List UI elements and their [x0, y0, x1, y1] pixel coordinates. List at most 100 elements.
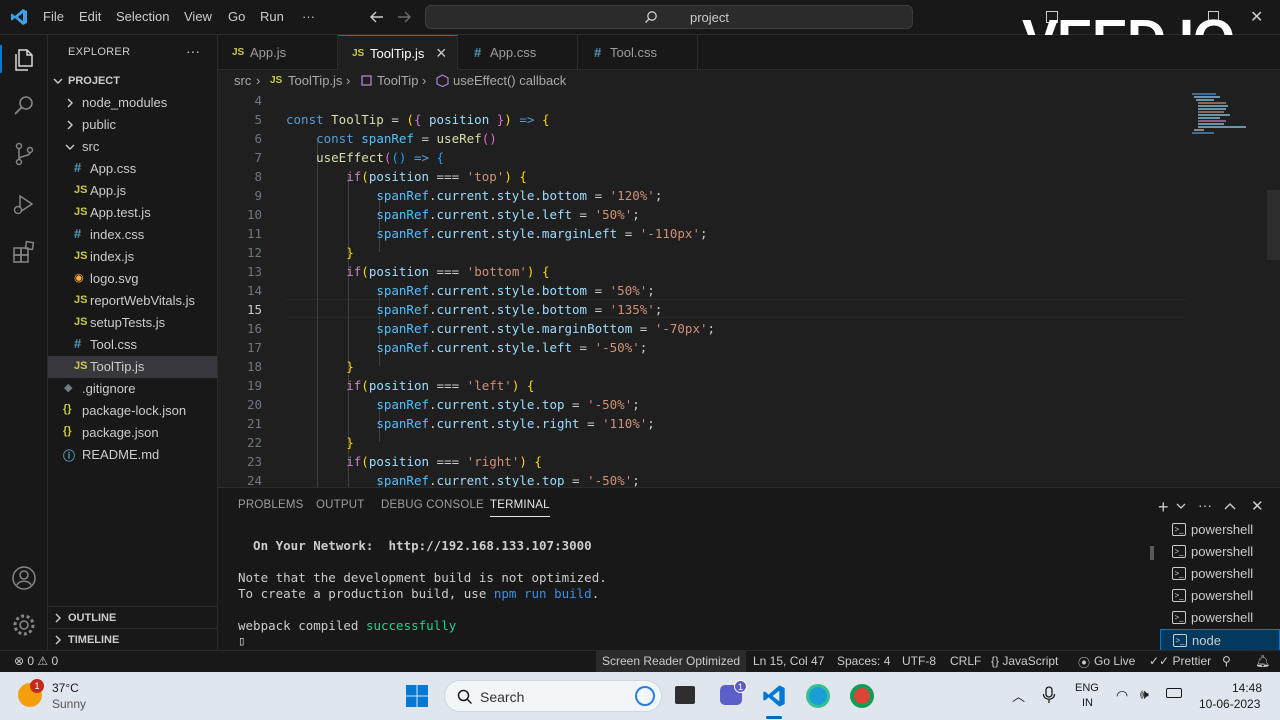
prettier-status[interactable]: ✓✓ Prettier — [1149, 654, 1211, 668]
outline-section-header[interactable]: OUTLINE — [48, 606, 217, 628]
minimap[interactable] — [1190, 92, 1270, 142]
tree-item-report-web-vitals[interactable]: JS reportWebVitals.js — [48, 290, 217, 312]
panel-tab-terminal[interactable]: TERMINAL — [490, 499, 550, 517]
account-icon[interactable] — [11, 565, 37, 591]
code-line[interactable]: spanRef.current.style.left = '-50%'; — [286, 340, 647, 355]
language-eng[interactable]: ENG — [1075, 682, 1099, 694]
menu-file[interactable]: File — [43, 9, 64, 24]
panel-tab-output[interactable]: OUTPUT — [316, 499, 364, 511]
tree-item-package-lock[interactable]: {} package-lock.json — [48, 400, 217, 422]
tree-item-app-css[interactable]: # App.css — [48, 158, 217, 180]
bell-icon[interactable]: 🔔︎ — [1255, 654, 1270, 668]
terminal-scrollbar[interactable] — [1150, 546, 1154, 560]
extensions-icon[interactable] — [11, 239, 37, 265]
menu-more[interactable]: ··· — [302, 9, 315, 24]
tree-item-package-json[interactable]: {} package.json — [48, 422, 217, 444]
tab-app-css[interactable]: # App.css — [458, 35, 578, 70]
editor-scrollbar[interactable] — [1267, 190, 1280, 260]
microphone-icon[interactable] — [1042, 686, 1056, 704]
tab-tooltip-js[interactable]: JS ToolTip.js × — [338, 35, 458, 70]
project-folder-header[interactable]: PROJECT — [48, 70, 217, 92]
indentation-status[interactable]: Spaces: 4 — [837, 654, 890, 668]
clock-date[interactable]: 10-06-2023 — [1199, 697, 1260, 711]
chrome-browser-icon[interactable] — [850, 684, 874, 708]
chevron-down-icon[interactable] — [1176, 501, 1186, 511]
bing-icon[interactable] — [635, 686, 655, 706]
terminal-list-item[interactable]: >_ powershell — [1160, 607, 1280, 629]
code-line[interactable]: if(position === 'top') { — [286, 169, 527, 184]
wifi-icon[interactable]: ◠ — [1116, 687, 1128, 704]
tree-item-src[interactable]: src — [48, 136, 217, 158]
encoding-status[interactable]: UTF-8 — [902, 654, 936, 668]
breadcrumb-file[interactable]: ToolTip.js — [288, 73, 342, 88]
code-line[interactable]: spanRef.current.style.left = '50%'; — [286, 207, 639, 222]
breadcrumb-callback[interactable]: useEffect() callback — [453, 73, 566, 88]
code-line[interactable]: const ToolTip = ({ position }) => { — [286, 112, 549, 127]
tree-item-node-modules[interactable]: node_modules — [48, 92, 217, 114]
forward-arrow-icon[interactable] — [396, 10, 412, 24]
explorer-more-button[interactable]: ··· — [186, 43, 200, 59]
code-line[interactable]: spanRef.current.style.top = '-50%'; — [286, 397, 639, 412]
tray-overflow-icon[interactable]: ︿ — [1012, 686, 1025, 705]
cursor-position-status[interactable]: Ln 15, Col 47 — [753, 654, 824, 668]
tree-item-index-css[interactable]: # index.css — [48, 224, 217, 246]
volume-icon[interactable]: 🕪︎ — [1140, 686, 1149, 703]
tree-item-logo-svg[interactable]: ◉ logo.svg — [48, 268, 217, 290]
run-debug-icon[interactable] — [11, 191, 37, 217]
source-control-icon[interactable] — [11, 141, 37, 167]
code-line[interactable]: spanRef.current.style.top = '-50%'; — [286, 473, 639, 487]
gear-icon[interactable] — [11, 612, 37, 638]
language-in[interactable]: IN — [1082, 697, 1093, 709]
tree-item-readme[interactable]: ⓘ README.md — [48, 444, 217, 466]
code-editor[interactable]: 4 5 6 7 8 9 10 11 12 13 14 15 16 17 18 1… — [218, 92, 1280, 487]
code-line[interactable]: } — [286, 245, 354, 260]
menu-selection[interactable]: Selection — [116, 9, 169, 24]
code-line[interactable]: const spanRef = useRef() — [286, 131, 497, 146]
terminal-cursor[interactable]: ▯ — [238, 633, 246, 648]
close-tab-icon[interactable]: × — [436, 43, 447, 64]
close-panel-icon[interactable]: ✕ — [1251, 497, 1264, 515]
breadcrumb-src[interactable]: src — [234, 73, 251, 88]
terminal-list-item-active[interactable]: >_ node — [1160, 629, 1280, 651]
tree-item-app-js[interactable]: JS App.js — [48, 180, 217, 202]
tree-item-setup-tests[interactable]: JS setupTests.js — [48, 312, 217, 334]
timeline-section-header[interactable]: TIMELINE — [48, 628, 217, 650]
code-line[interactable]: useEffect(() => { — [286, 150, 444, 165]
code-line[interactable]: spanRef.current.style.bottom = '120%'; — [286, 188, 662, 203]
clock-time[interactable]: 14:48 — [1232, 681, 1262, 695]
menu-view[interactable]: View — [184, 9, 212, 24]
code-line[interactable]: spanRef.current.style.bottom = '50%'; — [286, 283, 655, 298]
back-arrow-icon[interactable] — [369, 10, 385, 24]
file-explorer-icon[interactable] — [675, 686, 695, 704]
weather-temperature[interactable]: 37°C — [52, 681, 79, 695]
eol-status[interactable]: CRLF — [950, 654, 981, 668]
search-icon[interactable] — [11, 93, 37, 119]
explorer-icon[interactable] — [11, 47, 37, 73]
feedback-icon[interactable]: ⚲ — [1222, 654, 1231, 668]
panel-tab-problems[interactable]: PROBLEMS — [238, 499, 304, 511]
problems-status[interactable]: ⊗ 0 ⚠ 0 — [14, 654, 58, 668]
panel-tab-debug-console[interactable]: DEBUG CONSOLE — [381, 499, 484, 511]
weather-condition[interactable]: Sunny — [52, 697, 86, 711]
code-line[interactable]: spanRef.current.style.marginLeft = '-110… — [286, 226, 707, 241]
menu-go[interactable]: Go — [228, 9, 245, 24]
close-window-icon[interactable]: ✕ — [1250, 7, 1263, 27]
terminal-list-item[interactable]: >_ powershell — [1160, 563, 1280, 585]
tree-item-index-js[interactable]: JS index.js — [48, 246, 217, 268]
code-line[interactable]: if(position === 'left') { — [286, 378, 534, 393]
screen-reader-status[interactable]: Screen Reader Optimized — [596, 651, 747, 672]
terminal-list-item[interactable]: >_ powershell — [1160, 541, 1280, 563]
battery-icon[interactable] — [1166, 688, 1182, 698]
code-line[interactable]: if(position === 'right') { — [286, 454, 542, 469]
code-line[interactable]: } — [286, 359, 354, 374]
code-line[interactable]: spanRef.current.style.bottom = '135%'; — [286, 302, 662, 317]
go-live-status[interactable]: Go Live — [1094, 654, 1135, 668]
tree-item-public[interactable]: public — [48, 114, 217, 136]
new-terminal-plus-icon[interactable]: + — [1158, 497, 1169, 518]
terminal-list-item[interactable]: >_ powershell — [1160, 585, 1280, 607]
tree-item-app-test-js[interactable]: JS App.test.js — [48, 202, 217, 224]
terminal-list-item[interactable]: >_ powershell — [1160, 519, 1280, 541]
code-line[interactable]: } — [286, 435, 354, 450]
tab-tool-css[interactable]: # Tool.css — [578, 35, 698, 70]
code-line[interactable]: if(position === 'bottom') { — [286, 264, 549, 279]
